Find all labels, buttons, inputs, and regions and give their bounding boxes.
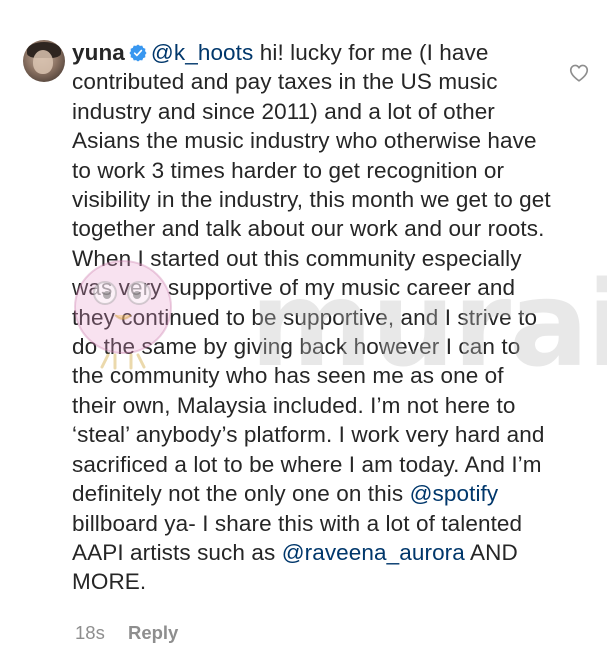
avatar-face [33,50,53,74]
heart-outline-icon[interactable] [568,62,590,84]
comment-age: 18s [75,622,105,643]
mention-spotify[interactable]: @spotify [410,481,499,506]
comment-body: yuna @k_hoots hi! lucky for me (I have co… [72,38,552,597]
verified-badge-icon [129,44,147,62]
comment-username[interactable]: yuna [72,40,125,65]
avatar[interactable] [23,40,65,82]
mention-k-hoots[interactable]: @k_hoots [151,40,253,65]
comment-meta: 18s Reply [75,622,178,644]
comment-text-part-1: hi! lucky for me (I have contributed and… [72,40,551,507]
reply-button[interactable]: Reply [128,622,178,643]
mention-raveena-aurora[interactable]: @raveena_aurora [282,540,465,565]
comment: yuna @k_hoots hi! lucky for me (I have co… [0,0,607,660]
